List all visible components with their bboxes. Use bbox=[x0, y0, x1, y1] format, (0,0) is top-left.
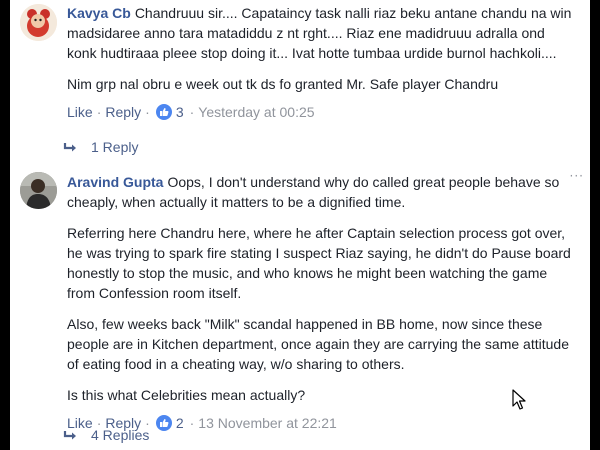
comment-text: Also, few weeks back "Milk" scandal happ… bbox=[67, 316, 569, 372]
comment-body: Aravind Gupta Oops, I don't understand wh… bbox=[67, 172, 577, 432]
replies-count-label[interactable]: 1 Reply bbox=[91, 139, 138, 155]
view-replies-link[interactable]: 1 Reply bbox=[63, 139, 138, 157]
comment-text: Is this what Celebrities mean actually? bbox=[67, 387, 306, 403]
comment-author[interactable]: Kavya Cb bbox=[67, 5, 131, 21]
comment-body: Kavya Cb Chandruuu sir.... Capataincy tas… bbox=[67, 3, 577, 121]
view-replies-link[interactable]: 4 Replies bbox=[63, 427, 149, 445]
comment-timestamp[interactable]: 13 November at 22:21 bbox=[198, 415, 337, 431]
comment-text: Nim grp nal obru e week out tk ds fo gra… bbox=[67, 76, 499, 92]
reply-arrow-icon bbox=[63, 141, 79, 157]
comment-thread: Kavya Cb Chandruuu sir.... Capataincy tas… bbox=[10, 0, 590, 450]
reaction-count[interactable]: 2 bbox=[176, 415, 184, 431]
comment-actions: Like · Reply · 3 · Yesterday at 00:25 bbox=[67, 104, 315, 120]
thumbs-up-icon[interactable] bbox=[155, 104, 172, 120]
avatar[interactable] bbox=[20, 4, 57, 41]
comment-text: Chandruuu sir.... Capataincy task nalli … bbox=[67, 5, 572, 61]
comment-timestamp[interactable]: Yesterday at 00:25 bbox=[198, 104, 314, 120]
reply-button[interactable]: Reply bbox=[105, 104, 141, 120]
like-button[interactable]: Like bbox=[67, 104, 93, 120]
mouse-cursor-icon bbox=[512, 389, 526, 416]
comment-text: Referring here Chandru here, where he af… bbox=[67, 225, 571, 301]
reply-arrow-icon bbox=[63, 429, 79, 445]
thumbs-up-icon[interactable] bbox=[155, 415, 172, 431]
reaction-count[interactable]: 3 bbox=[176, 104, 184, 120]
comment-author[interactable]: Aravind Gupta bbox=[67, 174, 163, 190]
replies-count-label[interactable]: 4 Replies bbox=[91, 427, 149, 443]
more-options-icon[interactable]: ··· bbox=[570, 169, 584, 183]
avatar[interactable] bbox=[20, 172, 57, 209]
